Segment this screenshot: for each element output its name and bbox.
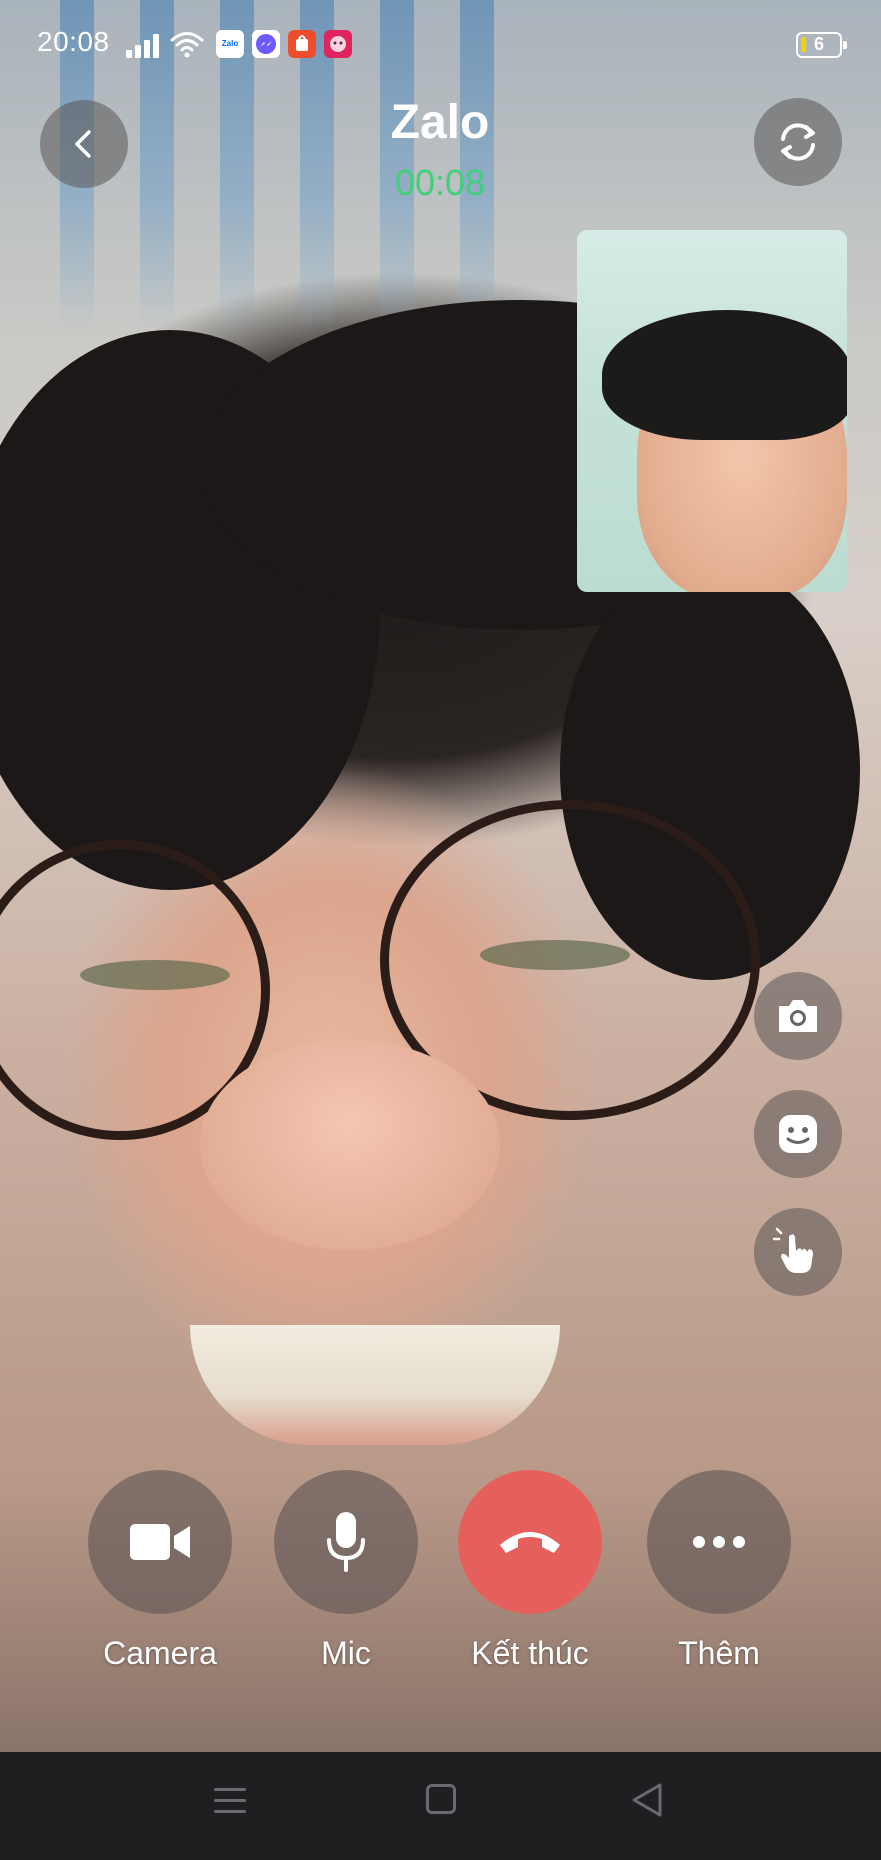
switch-camera-button[interactable] bbox=[754, 98, 842, 186]
nav-back-icon[interactable] bbox=[630, 1782, 664, 1818]
camera-toggle-button[interactable] bbox=[88, 1470, 232, 1614]
video-call-screen: 20:08 Zalo 6 Zalo 00:08 Camera Mic Kết t… bbox=[0, 0, 881, 1860]
gesture-button[interactable] bbox=[754, 1208, 842, 1296]
shopee-notification-icon bbox=[288, 30, 316, 58]
camera-label: Camera bbox=[103, 1635, 217, 1671]
status-time: 20:08 bbox=[37, 26, 110, 57]
snapshot-button[interactable] bbox=[754, 972, 842, 1060]
wifi-icon bbox=[170, 32, 204, 58]
nav-home-icon[interactable] bbox=[426, 1784, 456, 1814]
battery-icon: 6 bbox=[796, 32, 847, 58]
remote-eye bbox=[80, 960, 230, 990]
back-button[interactable] bbox=[40, 100, 128, 188]
remote-mouth bbox=[190, 1325, 560, 1445]
more-label: Thêm bbox=[678, 1635, 760, 1671]
remote-nose bbox=[200, 1040, 500, 1250]
self-video-preview[interactable] bbox=[577, 230, 847, 592]
hand-gesture-icon bbox=[773, 1227, 813, 1273]
end-call-button[interactable] bbox=[458, 1470, 602, 1614]
nav-menu-icon[interactable] bbox=[214, 1786, 246, 1816]
mic-toggle-button[interactable] bbox=[274, 1470, 418, 1614]
mic-label: Mic bbox=[321, 1635, 371, 1671]
video-camera-icon bbox=[130, 1524, 190, 1560]
zalo-notification-icon: Zalo bbox=[216, 30, 244, 58]
status-bar: 20:08 Zalo 6 bbox=[0, 20, 881, 70]
face-sticker-icon bbox=[779, 1115, 817, 1153]
messenger-notification-icon bbox=[252, 30, 280, 58]
sticker-button[interactable] bbox=[754, 1090, 842, 1178]
back-chevron-icon bbox=[75, 130, 91, 158]
battery-level: 6 bbox=[813, 34, 824, 54]
more-button[interactable] bbox=[647, 1470, 791, 1614]
microphone-icon bbox=[327, 1512, 365, 1572]
call-timer: 00:08 bbox=[394, 162, 486, 203]
end-call-label: Kết thúc bbox=[471, 1635, 589, 1671]
phone-hangup-icon bbox=[500, 1532, 560, 1553]
camera-icon bbox=[779, 1000, 817, 1032]
call-title: Zalo bbox=[390, 96, 490, 149]
lazada-notification-icon bbox=[324, 30, 352, 58]
switch-camera-icon bbox=[781, 123, 815, 161]
signal-icon bbox=[126, 34, 160, 58]
remote-eye bbox=[480, 940, 630, 970]
more-dots-icon bbox=[693, 1536, 745, 1548]
navigation-bar bbox=[0, 1752, 881, 1860]
self-hair bbox=[602, 310, 847, 440]
